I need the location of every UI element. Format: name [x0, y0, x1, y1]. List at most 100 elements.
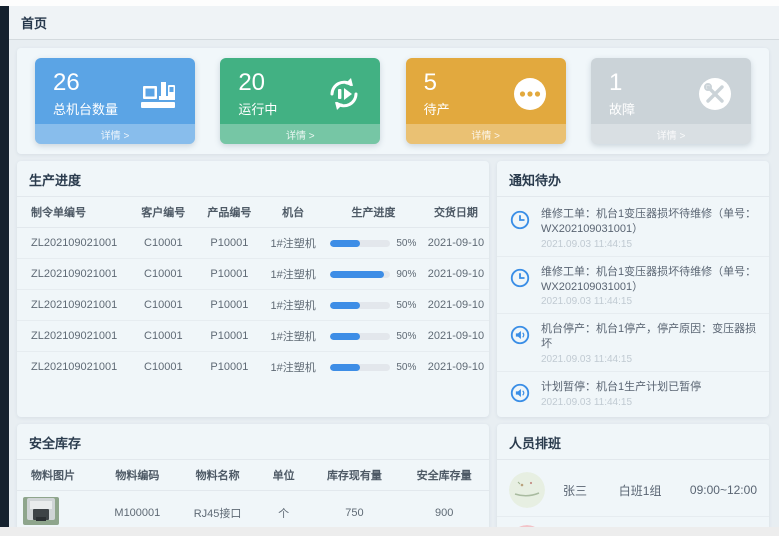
column-header: 单位: [258, 460, 310, 491]
stat-value: 26: [53, 70, 118, 96]
production-table: 制令单编号 客户编号 产品编号 机台 生产进度 交货日期 ZL202109021…: [17, 197, 489, 382]
delivery-date: 2021-09-10: [423, 290, 489, 321]
collapsed-sidebar[interactable]: [0, 6, 9, 527]
progress-bar: [330, 333, 390, 340]
column-header: 物料名称: [177, 460, 257, 491]
inventory-table: 物料图片 物料编码 物料名称 单位 库存现有量 安全库存量: [17, 460, 489, 536]
notices-panel: 通知待办 维修工单：机台1变压器损坏待维修（单号：WX202109031001）…: [497, 161, 769, 417]
schedule-list: 张三 白班1组 09:00~12:00: [497, 460, 769, 536]
person-name: 张三: [563, 482, 619, 499]
notice-time: 2021.09.03 11:44:15: [541, 296, 757, 307]
stat-card-pending[interactable]: 5 待产 详情 >: [406, 58, 566, 144]
notice-text: 维修工单：机台1变压器损坏待维修（单号：WX202109031001）: [541, 265, 757, 295]
progress-label: 50%: [396, 238, 416, 249]
notice-time: 2021.09.03 11:44:15: [541, 397, 701, 408]
customer-no: C10001: [130, 228, 196, 259]
progress-bar: [330, 240, 390, 247]
stat-label: 待产: [424, 99, 450, 118]
stat-card-body: 26 总机台数量: [35, 58, 195, 124]
shift-label: 白班1组: [619, 482, 690, 499]
panel-title: 安全库存: [17, 424, 489, 460]
clock-icon: [509, 265, 533, 308]
machine-name: 1#注塑机: [262, 228, 323, 259]
stat-value: 5: [424, 70, 450, 96]
stat-label: 故障: [609, 99, 635, 118]
delivery-date: 2021-09-10: [423, 321, 489, 352]
content: 26 总机台数量: [9, 40, 779, 536]
column-header: 物料图片: [17, 460, 97, 491]
stat-card-total-machines[interactable]: 26 总机台数量: [35, 58, 195, 144]
personnel-schedule-panel: 人员排班: [497, 424, 769, 536]
stat-card-body: 20 运行中: [220, 58, 380, 124]
order-no: ZL202109021001: [17, 352, 130, 383]
detail-label: 详情 >: [101, 127, 130, 142]
table-row: ZL202109021001 C10001 P10001 1#注塑机 90% 2…: [17, 259, 489, 290]
progress-bar: [330, 302, 390, 309]
speaker-icon: [509, 322, 533, 365]
notice-list: 维修工单：机台1变压器损坏待维修（单号：WX202109031001） 2021…: [497, 197, 769, 417]
delivery-date: 2021-09-10: [423, 228, 489, 259]
running-icon: [324, 74, 364, 114]
order-no: ZL202109021001: [17, 290, 130, 321]
table-header-row: 物料图片 物料编码 物料名称 单位 库存现有量 安全库存量: [17, 460, 489, 491]
stat-card-body: 5 待产: [406, 58, 566, 124]
progress-cell: 50%: [324, 290, 423, 321]
product-no: P10001: [196, 352, 262, 383]
column-header: 安全库存量: [399, 460, 489, 491]
page-header: 首页: [9, 6, 779, 40]
progress-cell: 90%: [324, 259, 423, 290]
progress-bar: [330, 271, 390, 278]
column-header: 机台: [262, 197, 323, 228]
table-row: ZL202109021001 C10001 P10001 1#注塑机 50% 2…: [17, 321, 489, 352]
speaker-icon: [509, 380, 533, 409]
delivery-date: 2021-09-10: [423, 259, 489, 290]
detail-label: 详情 >: [657, 127, 686, 142]
shift-time: 09:00~12:00: [690, 483, 757, 497]
machine-name: 1#注塑机: [262, 321, 323, 352]
dashboard-screen: 首页 26 总机台数量: [0, 0, 779, 536]
detail-label: 详情 >: [286, 127, 315, 142]
machine-icon: [137, 76, 179, 112]
notice-item[interactable]: 维修工单：机台1变压器损坏待维修（单号：WX202109031001） 2021…: [497, 199, 769, 257]
stat-label: 总机台数量: [53, 99, 118, 118]
notice-item[interactable]: 机台停产：机台1停产，停产原因：变压器损坏 2021.09.03 11:44:1…: [497, 314, 769, 372]
stat-label: 运行中: [238, 99, 277, 118]
product-no: P10001: [196, 259, 262, 290]
progress-cell: 50%: [324, 321, 423, 352]
page-title: 首页: [21, 13, 47, 32]
progress-label: 50%: [396, 362, 416, 373]
panel-title: 生产进度: [17, 161, 489, 197]
notice-item[interactable]: 计划暂停：机台1生产计划已暂停 2021.09.03 11:44:15: [497, 372, 769, 415]
safety-inventory-panel: 安全库存 物料图片 物料编码 物料名称 单位 库存现有量 安全库存量: [17, 424, 489, 536]
panel-title: 人员排班: [497, 424, 769, 460]
stat-card-running[interactable]: 20 运行中: [220, 58, 380, 144]
progress-bar: [330, 364, 390, 371]
progress-label: 90%: [396, 269, 416, 280]
stat-cards-panel: 26 总机台数量: [17, 48, 769, 154]
stat-detail-link[interactable]: 详情 >: [406, 124, 566, 144]
machine-name: 1#注塑机: [262, 290, 323, 321]
stat-detail-link[interactable]: 详情 >: [220, 124, 380, 144]
detail-label: 详情 >: [471, 127, 500, 142]
delivery-date: 2021-09-10: [423, 352, 489, 383]
customer-no: C10001: [130, 321, 196, 352]
table-row: ZL202109021001 C10001 P10001 1#注塑机 50% 2…: [17, 228, 489, 259]
clock-icon: [509, 207, 533, 250]
machine-name: 1#注塑机: [262, 352, 323, 383]
order-no: ZL202109021001: [17, 259, 130, 290]
progress-cell: 50%: [324, 352, 423, 383]
notice-item[interactable]: 维修工单：机台1变压器损坏待维修（单号：WX202109031001） 2021…: [497, 257, 769, 315]
stat-detail-link[interactable]: 详情 >: [35, 124, 195, 144]
notice-text: 维修工单：机台1变压器损坏待维修（单号：WX202109031001）: [541, 207, 757, 237]
stat-detail-link[interactable]: 详情 >: [591, 124, 751, 144]
column-header: 交货日期: [423, 197, 489, 228]
column-header: 库存现有量: [310, 460, 400, 491]
avatar-green-cartoon: [509, 472, 545, 508]
main-area: 首页 26 总机台数量: [9, 6, 779, 536]
notice-time: 2021.09.03 11:44:15: [541, 354, 757, 365]
stat-value: 1: [609, 70, 635, 96]
rj45-connector-photo: [21, 495, 61, 530]
column-header: 产品编号: [196, 197, 262, 228]
stat-card-fault[interactable]: 1 故障: [591, 58, 751, 144]
waiting-dots-icon: [510, 74, 550, 114]
